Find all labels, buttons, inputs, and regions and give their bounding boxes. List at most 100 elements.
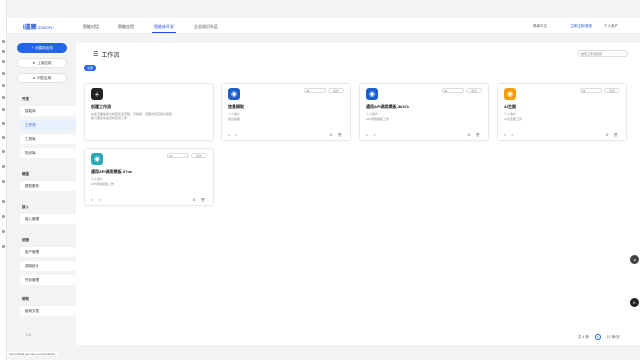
sidebar: + 创建新应用 ➤ 上架应用 ● 问答应用 开发 智能体 工作流 工具库 知识库 模型… bbox=[7, 35, 76, 345]
login-link[interactable]: 立即注册/登录 bbox=[570, 24, 592, 29]
workflow-card[interactable]: ◉ v4 发布 AI生图 个人用户 AI文生图工作 0 0 ⚙ 🗑 bbox=[497, 83, 627, 141]
link-icon[interactable] bbox=[2, 230, 5, 233]
create-workflow-card[interactable]: + 创建工作流 在此页面编排大模型任务流程，可编排、流程对接应用大模型 助力团队… bbox=[84, 83, 214, 141]
publish-button[interactable]: 发布 bbox=[604, 88, 620, 93]
pagination: 共 4 条 1 12 条/页 bbox=[578, 334, 620, 340]
sidebar-item-knowledge[interactable]: 知识库 bbox=[20, 148, 76, 158]
version-select[interactable]: v4 bbox=[442, 88, 464, 93]
page-size-select[interactable]: 12 条/页 bbox=[607, 335, 620, 340]
folder-icon[interactable] bbox=[2, 215, 5, 218]
app-logo[interactable]: I道雁GOMOPU bbox=[23, 22, 54, 31]
like-count: 0 bbox=[511, 133, 514, 137]
sidebar-item-workflow[interactable]: 工作流 bbox=[20, 120, 76, 130]
help-icon[interactable] bbox=[2, 180, 5, 183]
more-icon[interactable] bbox=[2, 245, 5, 248]
card-desc: API调用模板工作 bbox=[366, 117, 389, 121]
publish-button[interactable]: 发布 bbox=[328, 88, 344, 93]
sidebar-item-tools[interactable]: 工具库 bbox=[20, 134, 76, 144]
planet-icon: ◉ bbox=[91, 153, 103, 165]
group-title-access: 接入 bbox=[22, 205, 29, 209]
run-count: 0 bbox=[504, 133, 506, 137]
version-select[interactable]: v4 bbox=[304, 88, 326, 93]
bell-icon[interactable] bbox=[2, 165, 5, 168]
search-input[interactable] bbox=[578, 50, 628, 57]
grid-icon[interactable] bbox=[2, 72, 5, 75]
main-panel: ☰ 工作流 全部 + 创建工作流 在此页面编排大模型任务流程，可编排、流程对接应… bbox=[76, 43, 640, 345]
create-app-button[interactable]: + 创建新应用 bbox=[17, 43, 67, 53]
card-author: 个人用户 bbox=[504, 112, 517, 116]
card-desc: API调用模板工作 bbox=[91, 182, 114, 186]
delete-icon[interactable]: 🗑 bbox=[614, 133, 618, 137]
filter-all-tag[interactable]: 全部 bbox=[84, 65, 96, 71]
group-title-dev: 开发 bbox=[22, 97, 29, 101]
user-menu[interactable]: 个人用户 bbox=[604, 24, 618, 29]
settings-icon[interactable]: ⚙ bbox=[329, 133, 332, 137]
total-count: 共 4 条 bbox=[578, 334, 589, 339]
sidebar-item-model-service[interactable]: 模型服务 bbox=[20, 181, 76, 191]
card-desc: AI文生图工作 bbox=[504, 117, 522, 121]
page-title: ☰ 工作流 bbox=[93, 52, 120, 59]
publish-app-button[interactable]: ➤ 上架应用 bbox=[17, 58, 67, 68]
run-count: 0 bbox=[91, 198, 93, 202]
card-author: 个人用户 bbox=[366, 112, 379, 116]
group-title-ops: 运营 bbox=[22, 238, 29, 242]
planet-icon: ◉ bbox=[366, 88, 378, 100]
nav-tab-agent-dev[interactable]: 智能体开发 bbox=[152, 24, 176, 33]
run-count: 0 bbox=[228, 133, 230, 137]
settings-icon[interactable] bbox=[2, 122, 5, 125]
card-desc: 助力团队快速完成复杂工作 bbox=[91, 116, 128, 120]
user-icon[interactable] bbox=[2, 150, 5, 153]
book-icon[interactable] bbox=[2, 84, 5, 87]
doc-icon[interactable] bbox=[2, 60, 5, 63]
sidebar-item-agent[interactable]: 智能体 bbox=[20, 106, 76, 116]
sidebar-item-users[interactable]: 用户管理 bbox=[20, 247, 76, 257]
card-name: 通用API调用模板-3k37c bbox=[366, 104, 410, 109]
planet-icon: ◉ bbox=[504, 88, 516, 100]
star-icon[interactable] bbox=[2, 108, 5, 111]
group-title-help: 帮助 bbox=[22, 297, 29, 301]
card-name: 创建工作流 bbox=[91, 104, 111, 109]
page-number[interactable]: 1 bbox=[594, 334, 601, 340]
settings-icon[interactable]: ⚙ bbox=[605, 133, 608, 137]
card-name: 信息摘取 bbox=[228, 104, 244, 109]
workflow-card[interactable]: ◉ v4 发布 通用API调用模板-07ue 个人用户 API调用模板工作 00 … bbox=[84, 148, 214, 206]
publish-button[interactable]: 发布 bbox=[466, 88, 482, 93]
collapse-arrow-icon[interactable]: ◂ bbox=[630, 255, 639, 264]
settings-icon[interactable]: ⚙ bbox=[192, 198, 195, 202]
sidebar-item-access[interactable]: 接入管理 bbox=[20, 214, 76, 224]
assistant-icon[interactable]: K bbox=[630, 298, 639, 307]
like-count: 0 bbox=[98, 198, 101, 202]
nav-tab-chat[interactable]: 智能对话 bbox=[83, 24, 99, 30]
sidebar-item-stats[interactable]: 调用统计 bbox=[20, 261, 76, 271]
qa-app-button[interactable]: ● 问答应用 bbox=[17, 73, 67, 83]
delete-icon[interactable]: 🗑 bbox=[338, 133, 342, 137]
sidebar-footer: 1.0 bbox=[26, 333, 31, 337]
workflow-card[interactable]: ◉ v4 发布 信息摘取 个人用户 信息提取 0 0 ⚙ 🗑 bbox=[221, 83, 351, 141]
card-author: 个人用户 bbox=[91, 177, 104, 181]
nav-tab-community[interactable]: 企业知识社区 bbox=[194, 24, 218, 30]
chat-bubble-icon: ● bbox=[32, 76, 36, 80]
cloud-icon[interactable] bbox=[2, 200, 5, 203]
planet-icon: ◉ bbox=[228, 88, 240, 100]
delete-icon[interactable]: 🗑 bbox=[476, 133, 480, 137]
chat-icon[interactable] bbox=[2, 50, 5, 53]
home-icon[interactable] bbox=[2, 40, 5, 43]
icon-rail bbox=[0, 0, 7, 360]
nav-tab-apps[interactable]: 智能应用 bbox=[118, 24, 134, 30]
sidebar-item-docs[interactable]: 使用文档 bbox=[20, 306, 76, 316]
workflow-card[interactable]: ◉ v4 发布 通用API调用模板-3k37c 个人用户 API调用模板工作 0 0… bbox=[359, 83, 489, 141]
like-count: 0 bbox=[373, 133, 376, 137]
sidebar-item-tasks[interactable]: 任务管理 bbox=[20, 275, 76, 285]
version-select[interactable]: v4 bbox=[167, 153, 189, 158]
card-author: 个人用户 bbox=[228, 112, 241, 116]
settings-icon[interactable]: ⚙ bbox=[467, 133, 470, 137]
status-url: https://bisai.gomopu.com/workflow bbox=[7, 352, 57, 356]
language-selector[interactable]: 简体中文 bbox=[533, 24, 547, 29]
like-count: 0 bbox=[235, 133, 238, 137]
plus-icon: + bbox=[31, 46, 34, 50]
publish-button[interactable]: 发布 bbox=[191, 153, 207, 158]
version-select[interactable]: v4 bbox=[580, 88, 602, 93]
delete-icon[interactable]: 🗑 bbox=[201, 198, 205, 202]
edit-icon[interactable] bbox=[2, 96, 5, 99]
tool-icon[interactable] bbox=[2, 136, 5, 139]
